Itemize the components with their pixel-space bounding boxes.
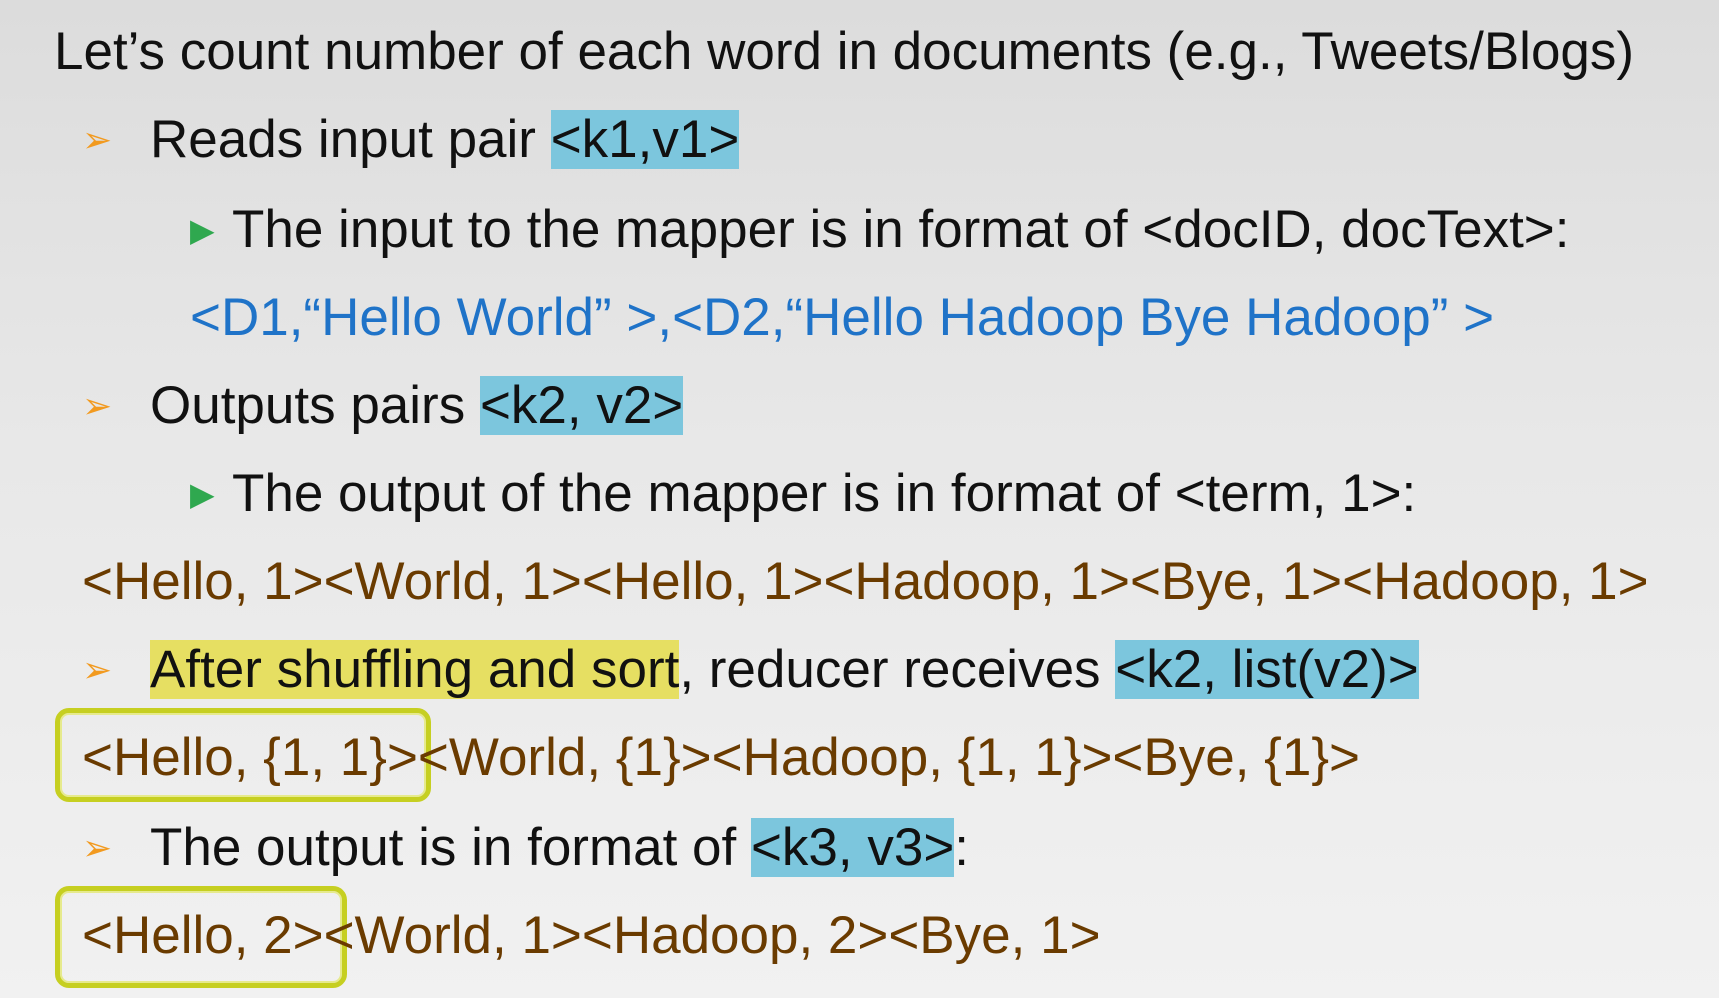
reducer-input-text: <Hello, {1, 1}><World, {1}><Hadoop, {1, …	[82, 728, 1360, 787]
bullet-outputs-pairs: Outputs pairs <k2, v2>	[150, 374, 684, 438]
reducer-input: <Hello, {1, 1}><World, {1}><Hadoop, {1, …	[82, 726, 1360, 790]
mapper-output-text: <Hello, 1><World, 1><Hello, 1><Hadoop, 1…	[82, 552, 1649, 611]
title-text: Let’s count number of each word in docum…	[54, 22, 1635, 81]
final-output: <Hello, 2><World, 1><Hadoop, 2><Bye, 1>	[82, 904, 1101, 968]
sub-output-format-text: The output of the mapper is in format of…	[232, 464, 1417, 523]
orange-arrowhead-icon: ➢	[82, 385, 113, 426]
mapper-output: <Hello, 1><World, 1><Hello, 1><Hadoop, 1…	[82, 550, 1649, 614]
slide-title: Let’s count number of each word in docum…	[54, 20, 1634, 84]
input-example-text: <D1,“Hello World” >,<D2,“Hello Hadoop By…	[190, 288, 1495, 347]
bullet-final-output-text: The output is in format of	[150, 818, 751, 877]
green-triangle-icon: ▶	[190, 212, 215, 248]
bullet-final-output: The output is in format of <k3, v3>:	[150, 816, 969, 880]
shuffle-sort-highlight: After shuffling and sort	[150, 640, 680, 699]
sub-output-format: The output of the mapper is in format of…	[232, 462, 1416, 526]
k3v3-tag: <k3, v3>	[750, 818, 955, 877]
bullet-outputs-pairs-text: Outputs pairs	[150, 376, 480, 435]
k2v2-tag: <k2, v2>	[479, 376, 684, 435]
input-example: <D1,“Hello World” >,<D2,“Hello Hadoop By…	[190, 286, 1494, 350]
sub-input-format-text: The input to the mapper is in format of …	[232, 200, 1570, 259]
orange-arrowhead-icon: ➢	[82, 827, 113, 868]
orange-arrowhead-icon: ➢	[82, 649, 113, 690]
sub-input-format: The input to the mapper is in format of …	[232, 198, 1569, 262]
bullet-final-output-colon: :	[954, 818, 970, 877]
k1v1-tag: <k1,v1>	[550, 110, 740, 169]
green-triangle-icon: ▶	[190, 476, 215, 512]
reducer-receives-text: , reducer receives	[679, 640, 1116, 699]
k2-list-v2-tag: <k2, list(v2)>	[1115, 640, 1419, 699]
bullet-reads-input-text: Reads input pair	[150, 110, 551, 169]
orange-arrowhead-icon: ➢	[82, 119, 113, 160]
bullet-reads-input: Reads input pair <k1,v1>	[150, 108, 740, 172]
final-output-text: <Hello, 2><World, 1><Hadoop, 2><Bye, 1>	[82, 906, 1101, 965]
bullet-shuffle-sort: After shuffling and sort, reducer receiv…	[150, 638, 1419, 702]
